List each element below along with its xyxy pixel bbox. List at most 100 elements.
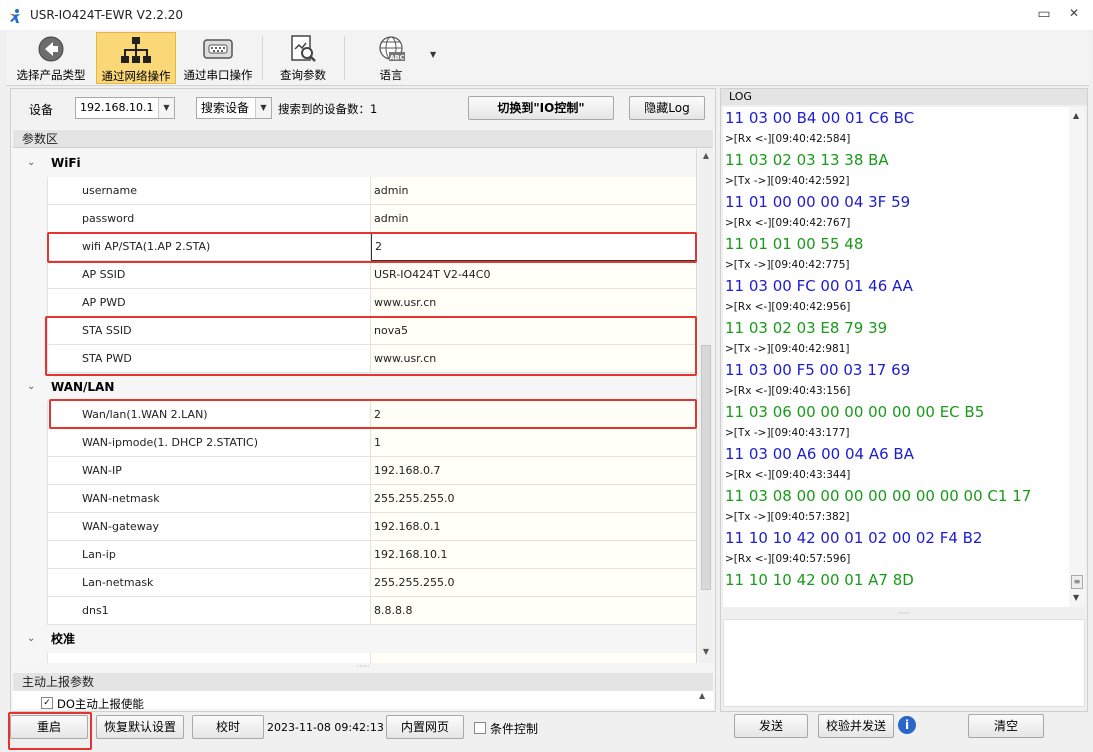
- param-key: dns1: [47, 597, 371, 625]
- log-line: 11 03 00 FC 00 01 46 AA: [725, 277, 913, 295]
- serial-operation-button[interactable]: 通过串口操作: [178, 32, 258, 84]
- log-line: 11 03 00 B4 00 01 C6 BC: [725, 109, 915, 127]
- log-line: >[Tx ->][09:40:42:592]: [725, 175, 850, 187]
- scroll-up-icon[interactable]: ▲: [699, 151, 713, 165]
- category-wifi[interactable]: ⌄ WiFi: [13, 149, 696, 177]
- param-value[interactable]: 255.255.255.0: [371, 485, 696, 513]
- chevron-down-icon: ▼: [158, 98, 174, 118]
- param-value[interactable]: 192.168.0.7: [371, 457, 696, 485]
- category-wan-lan[interactable]: ⌄ WAN/LAN: [13, 373, 696, 401]
- send-button[interactable]: 发送: [734, 714, 808, 738]
- param-key: username: [47, 177, 371, 205]
- log-output[interactable]: 11 03 00 B4 00 01 C6 BC >[Rx <-][09:40:4…: [723, 107, 1069, 607]
- scroll-thumb[interactable]: ≡: [1071, 575, 1083, 589]
- language-button[interactable]: ABC 语言: [356, 32, 426, 84]
- param-row[interactable]: Lan-netmask 255.255.255.0: [13, 569, 696, 597]
- param-value[interactable]: 255.255.255.0: [371, 569, 696, 597]
- param-row[interactable]: WAN-gateway 192.168.0.1: [13, 513, 696, 541]
- scroll-up-icon[interactable]: ▲: [1073, 111, 1079, 120]
- highlight-box: [8, 712, 92, 750]
- log-line: 11 01 01 00 55 48: [725, 235, 864, 253]
- log-title: LOG: [721, 89, 1087, 105]
- condition-control-label: 条件控制: [490, 722, 539, 736]
- device-select[interactable]: 192.168.10.1 ▼: [75, 97, 175, 119]
- switch-io-control-button[interactable]: 切换到"IO控制": [468, 96, 614, 120]
- app-logo-icon: [10, 9, 20, 23]
- query-params-button[interactable]: 查询参数: [268, 32, 338, 84]
- param-row[interactable]: WAN-netmask 255.255.255.0: [13, 485, 696, 513]
- restore-defaults-button[interactable]: 恢复默认设置: [96, 715, 184, 739]
- log-line: >[Tx ->][09:40:42:981]: [725, 343, 850, 355]
- param-row[interactable]: password admin: [13, 205, 696, 233]
- main-toolbar: 选择产品类型 通过网络操作 通过串口操作 查询参数 ABC 语言 ▼: [6, 30, 1089, 86]
- condition-control-checkbox[interactable]: [474, 722, 486, 734]
- highlight-box: [45, 316, 697, 376]
- log-line: 11 03 08 00 00 00 00 00 00 00 00 C1 17: [725, 487, 1032, 505]
- param-row[interactable]: WAN-ipmode(1. DHCP 2.STATIC) 1: [13, 429, 696, 457]
- do-report-label: DO主动上报使能: [57, 697, 144, 709]
- collapse-chevron-icon[interactable]: ⌄: [27, 373, 35, 401]
- scroll-thumb[interactable]: [701, 345, 711, 590]
- log-line: 11 03 02 03 13 38 BA: [725, 151, 889, 169]
- param-key: Lan-netmask: [47, 569, 371, 597]
- clear-button[interactable]: 清空: [968, 714, 1044, 738]
- collapse-chevron-icon[interactable]: ⌄: [27, 625, 35, 653]
- scroll-down-icon[interactable]: ▼: [699, 647, 713, 661]
- datetime-display: 2023-11-08 09:42:13 3: [267, 721, 395, 734]
- language-dropdown-arrow-icon[interactable]: ▼: [430, 50, 436, 59]
- param-value[interactable]: www.usr.cn: [371, 289, 696, 317]
- log-line: >[Tx ->][09:40:42:775]: [725, 259, 850, 271]
- network-operation-button[interactable]: 通过网络操作: [96, 32, 176, 84]
- param-row[interactable]: username admin: [13, 177, 696, 205]
- param-row[interactable]: Lan-ip 192.168.10.1: [13, 541, 696, 569]
- log-line: >[Rx <-][09:40:57:596]: [725, 553, 851, 565]
- do-report-checkbox[interactable]: ✓: [41, 697, 53, 709]
- splitter-handle[interactable]: ·····: [13, 663, 713, 671]
- param-row[interactable]: AP SSID USR-IO424T V2-44C0: [13, 261, 696, 289]
- param-value[interactable]: 8.8.8.8: [371, 597, 696, 625]
- category-calibration[interactable]: ⌄ 校准: [13, 625, 696, 653]
- collapse-chevron-icon[interactable]: ⌄: [27, 149, 35, 177]
- send-input[interactable]: [723, 619, 1085, 707]
- close-button[interactable]: ✕: [1064, 6, 1084, 24]
- bottom-action-bar: 重启 恢复默认设置 校时 2023-11-08 09:42:13 3 内置网页 …: [6, 712, 718, 750]
- param-row[interactable]: AP PWD www.usr.cn: [13, 289, 696, 317]
- sync-time-button[interactable]: 校时: [192, 715, 264, 739]
- param-row[interactable]: WAN-IP 192.168.0.7: [13, 457, 696, 485]
- log-line: >[Rx <-][09:40:43:344]: [725, 469, 851, 481]
- log-line: >[Rx <-][09:40:42:956]: [725, 301, 851, 313]
- title-bar: USR-IO424T-EWR V2.2.20 ▭ ✕: [0, 0, 1093, 30]
- param-value[interactable]: admin: [371, 205, 696, 233]
- scroll-down-icon[interactable]: ▼: [1073, 593, 1079, 602]
- param-scrollbar[interactable]: ▲ ▼: [699, 149, 713, 663]
- category-label: WAN/LAN: [51, 380, 115, 394]
- param-value[interactable]: admin: [371, 177, 696, 205]
- param-key: password: [47, 205, 371, 233]
- param-value[interactable]: 1: [371, 429, 696, 457]
- param-key: WAN-gateway: [47, 513, 371, 541]
- builtin-webpage-button[interactable]: 内置网页: [386, 715, 464, 739]
- verify-send-button[interactable]: 校验并发送: [818, 714, 894, 738]
- param-row-partial: [13, 653, 696, 663]
- chevron-down-icon: ▼: [255, 98, 271, 118]
- info-icon[interactable]: i: [898, 716, 916, 734]
- param-key: Lan-ip: [47, 541, 371, 569]
- param-value[interactable]: 192.168.10.1: [371, 541, 696, 569]
- highlight-box: [49, 399, 697, 429]
- splitter-handle[interactable]: ·····: [723, 609, 1085, 618]
- param-value[interactable]: USR-IO424T V2-44C0: [371, 261, 696, 289]
- param-area-header: 参数区: [13, 130, 713, 148]
- log-line: 11 10 10 42 00 01 02 00 02 F4 B2: [725, 529, 983, 547]
- toolbar-label: 选择产品类型: [16, 68, 86, 82]
- select-product-type-button[interactable]: 选择产品类型: [10, 32, 92, 84]
- param-row[interactable]: dns1 8.8.8.8: [13, 597, 696, 625]
- param-value[interactable]: 192.168.0.1: [371, 513, 696, 541]
- search-device-button[interactable]: 搜索设备 ▼: [196, 97, 272, 119]
- minimize-button[interactable]: ▭: [1034, 6, 1054, 24]
- scroll-up-icon[interactable]: ▲: [699, 691, 705, 700]
- hide-log-button[interactable]: 隐藏Log: [629, 96, 705, 120]
- log-line: 11 03 02 03 E8 79 39: [725, 319, 888, 337]
- search-device-label: 搜索设备: [201, 101, 250, 115]
- svg-text:ABC: ABC: [390, 54, 405, 62]
- log-scrollbar[interactable]: ▲ ≡ ▼: [1069, 107, 1085, 607]
